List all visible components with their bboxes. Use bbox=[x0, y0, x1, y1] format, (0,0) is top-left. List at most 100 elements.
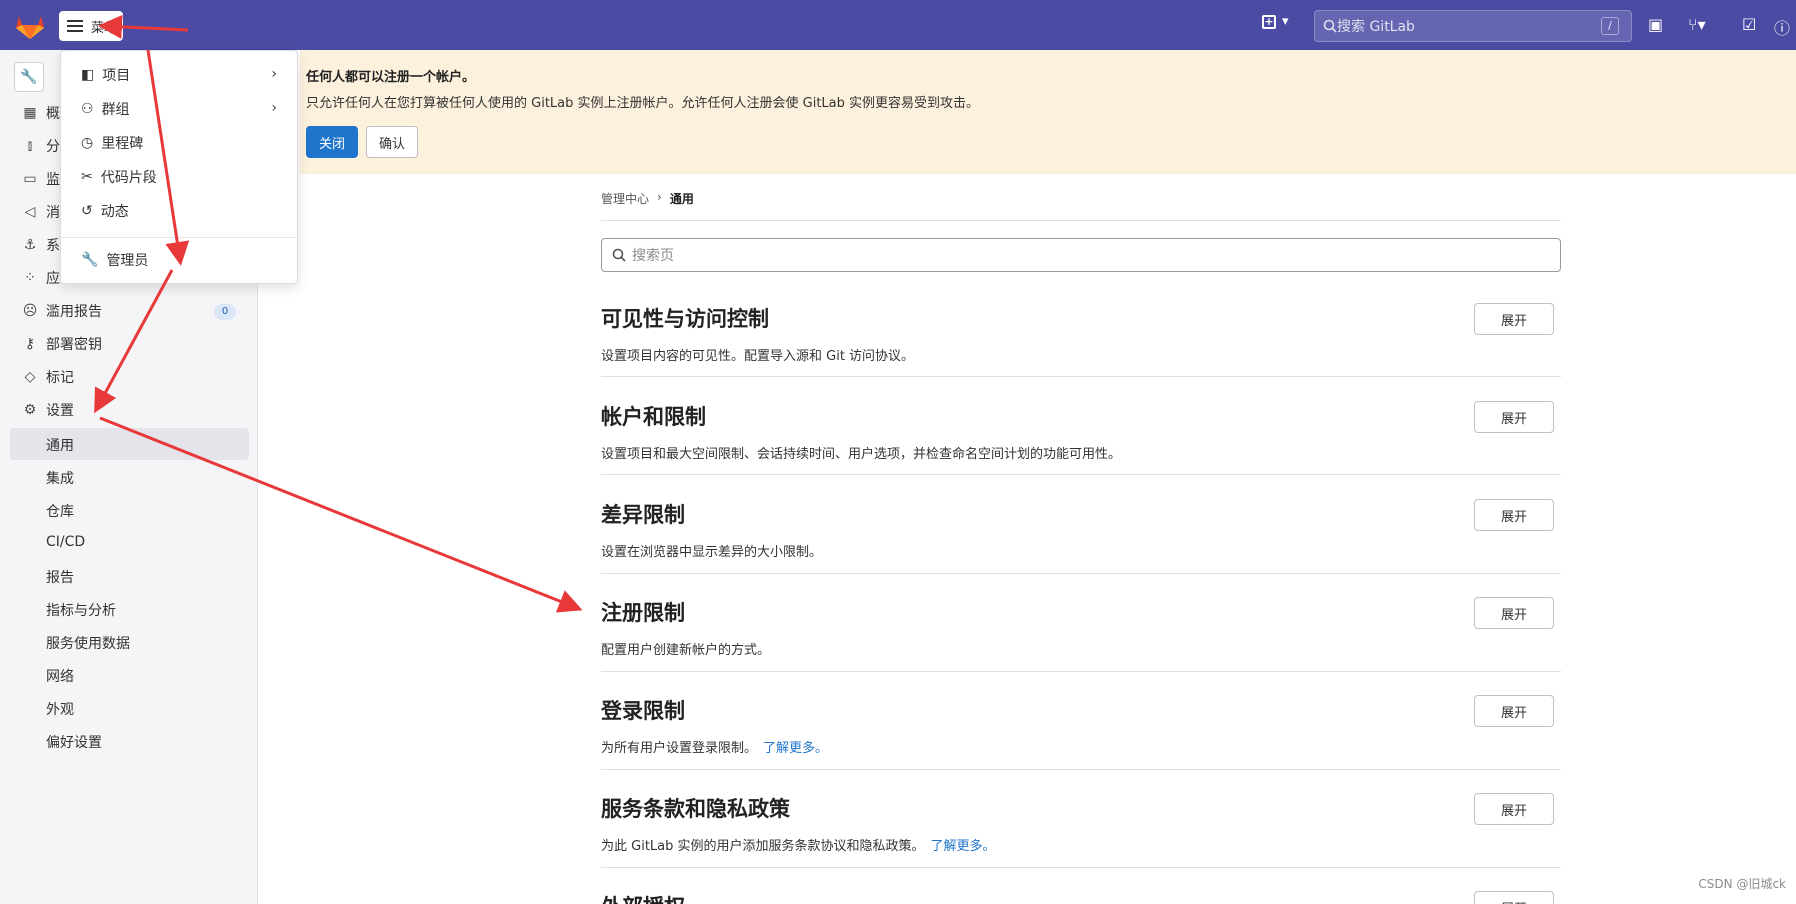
sidebar-item-deploy-keys[interactable]: ⚷ 部署密钥 bbox=[22, 329, 102, 359]
settings-section: 差异限制 设置在浏览器中显示差异的大小限制。 展开 bbox=[601, 499, 1561, 597]
gitlab-logo-icon[interactable] bbox=[14, 12, 46, 40]
divider bbox=[601, 671, 1561, 672]
page-search-placeholder: 搜索页 bbox=[632, 248, 674, 264]
create-new-button[interactable]: + ▾ bbox=[1262, 14, 1289, 29]
menu-item-activity[interactable]: ↺ 动态 bbox=[81, 196, 129, 226]
gear-icon: ⚙ bbox=[23, 402, 37, 418]
settings-section: 注册限制 配置用户创建新帐户的方式。 展开 bbox=[601, 597, 1561, 695]
divider bbox=[601, 220, 1561, 221]
section-description: 为此 GitLab 实例的用户添加服务条款协议和隐私政策。 了解更多。 bbox=[601, 835, 996, 854]
global-search-input[interactable]: 搜索 GitLab / bbox=[1314, 10, 1632, 42]
divider bbox=[601, 376, 1561, 377]
sidebar-item-overview[interactable]: ▦ 概 bbox=[22, 98, 60, 128]
divider bbox=[601, 474, 1561, 475]
sidebar-item-label: 消 bbox=[46, 205, 60, 221]
admin-wrench-icon[interactable]: 🔧 bbox=[14, 62, 44, 92]
sidebar-sub-integrations[interactable]: 集成 bbox=[46, 468, 74, 488]
menu-item-snippets[interactable]: ✂ 代码片段 bbox=[81, 162, 157, 192]
watermark: CSDN @旧城ck bbox=[1698, 877, 1786, 891]
sidebar-item-label: 部署密钥 bbox=[46, 337, 102, 353]
sidebar-sub-appearance[interactable]: 外观 bbox=[46, 699, 74, 719]
sidebar-item-monitoring[interactable]: ▭ 监 bbox=[22, 164, 60, 194]
expand-button[interactable]: 展开 bbox=[1474, 695, 1554, 727]
section-title: 服务条款和隐私政策 bbox=[601, 797, 790, 821]
megaphone-icon: ◁ bbox=[24, 204, 36, 220]
section-title: 帐户和限制 bbox=[601, 405, 706, 429]
sidebar-item-applications[interactable]: ⁘ 应 bbox=[22, 263, 60, 293]
banner-title: 任何人都可以注册一个帐户。 bbox=[306, 70, 476, 85]
sidebar-sub-metrics[interactable]: 指标与分析 bbox=[46, 600, 116, 620]
sidebar-sub-repository[interactable]: 仓库 bbox=[46, 501, 74, 521]
menu-item-label: 代码片段 bbox=[100, 170, 157, 186]
expand-button[interactable]: 展开 bbox=[1474, 303, 1554, 335]
sidebar-item-label: 应 bbox=[46, 271, 60, 287]
sidebar-sub-preferences[interactable]: 偏好设置 bbox=[46, 732, 102, 752]
clock-icon: ◷ bbox=[81, 135, 94, 151]
menu-item-label: 里程碑 bbox=[101, 136, 144, 152]
section-description: 设置项目内容的可见性。配置导入源和 Git 访问协议。 bbox=[601, 345, 914, 364]
key-icon: ⚷ bbox=[24, 336, 36, 352]
menu-button[interactable]: 菜单 bbox=[59, 11, 123, 41]
expand-button[interactable]: 展开 bbox=[1474, 499, 1554, 531]
sidebar-sub-cicd[interactable]: CI/CD bbox=[46, 534, 85, 550]
sidebar-item-messages[interactable]: ◁ 消 bbox=[22, 197, 60, 227]
divider bbox=[601, 573, 1561, 574]
help-icon[interactable]: ⓘ bbox=[1774, 15, 1790, 39]
menu-item-label: 动态 bbox=[100, 204, 129, 220]
sidebar-item-settings[interactable]: ⚙ 设置 bbox=[22, 395, 74, 425]
sidebar-item-abuse-reports[interactable]: ☹ 滥用报告 bbox=[22, 296, 102, 326]
scissors-icon: ✂ bbox=[81, 169, 93, 185]
chevron-right-icon: › bbox=[271, 66, 277, 82]
sidebar-item-system-hooks[interactable]: ⚓ 系 bbox=[22, 230, 60, 260]
main-menu-dropdown: ◧ 项目 › ⚇ 群组 › ◷ 里程碑 ✂ 代码片段 ↺ 动态 🔧 管理员 bbox=[60, 50, 298, 284]
banner-close-button[interactable]: 关闭 bbox=[306, 126, 358, 158]
breadcrumb-admin-area[interactable]: 管理中心 bbox=[601, 190, 649, 207]
learn-more-link[interactable]: 了解更多。 bbox=[763, 741, 828, 756]
menu-item-label: 群组 bbox=[101, 102, 130, 118]
issues-icon[interactable]: ▣ bbox=[1648, 15, 1663, 34]
divider bbox=[601, 769, 1561, 770]
section-description: 为所有用户设置登录限制。 了解更多。 bbox=[601, 737, 828, 756]
menu-item-label: 管理员 bbox=[106, 253, 149, 269]
apps-icon: ⁘ bbox=[24, 270, 36, 286]
sidebar-sub-service-usage[interactable]: 服务使用数据 bbox=[46, 633, 130, 653]
sad-face-icon: ☹ bbox=[22, 303, 38, 319]
section-description: 配置用户创建新帐户的方式。 bbox=[601, 639, 770, 658]
menu-item-projects[interactable]: ◧ 项目 bbox=[81, 60, 130, 90]
menu-item-admin[interactable]: 🔧 管理员 bbox=[81, 245, 148, 275]
sidebar-item-analytics[interactable]: ⫾ 分 bbox=[22, 131, 60, 161]
settings-section: 服务条款和隐私政策 为此 GitLab 实例的用户添加服务条款协议和隐私政策。了… bbox=[601, 793, 1561, 891]
section-description: 设置在浏览器中显示差异的大小限制。 bbox=[601, 541, 822, 560]
expand-button[interactable]: 展开 bbox=[1474, 597, 1554, 629]
banner-confirm-button[interactable]: 确认 bbox=[366, 126, 418, 158]
expand-button[interactable]: 展开 bbox=[1474, 793, 1554, 825]
menu-item-groups[interactable]: ⚇ 群组 bbox=[81, 94, 130, 124]
learn-more-link[interactable]: 了解更多。 bbox=[931, 839, 996, 854]
search-icon bbox=[612, 248, 626, 262]
search-shortcut-hint: / bbox=[1601, 17, 1619, 35]
merge-requests-icon[interactable]: ⑂▾ bbox=[1688, 15, 1706, 34]
menu-item-milestones[interactable]: ◷ 里程碑 bbox=[81, 128, 143, 158]
monitor-icon: ▭ bbox=[23, 171, 37, 187]
settings-section: 帐户和限制 设置项目和最大空间限制、会话持续时间、用户选项，并检查命名空间计划的… bbox=[601, 401, 1561, 499]
section-description: 设置项目和最大空间限制、会话持续时间、用户选项，并检查命名空间计划的功能可用性。 bbox=[601, 443, 1121, 462]
sidebar-item-label: 设置 bbox=[46, 403, 74, 419]
expand-button[interactable]: 展开 bbox=[1474, 401, 1554, 433]
wrench-icon: 🔧 bbox=[81, 252, 99, 268]
menu-label: 菜单 bbox=[91, 20, 118, 36]
section-description-text: 设置项目和最大空间限制、会话持续时间、用户选项，并检查命名空间计划的功能可用性。 bbox=[601, 447, 1122, 462]
breadcrumb-separator-icon: › bbox=[657, 190, 662, 204]
sidebar-item-label: 概 bbox=[46, 106, 60, 122]
sidebar-sub-reporting[interactable]: 报告 bbox=[46, 567, 74, 587]
sidebar-sub-general[interactable]: 通用 bbox=[46, 435, 74, 455]
expand-button[interactable]: 展开 bbox=[1474, 891, 1554, 904]
section-description-text: 为所有用户设置登录限制。 bbox=[601, 741, 758, 756]
sidebar-sub-network[interactable]: 网络 bbox=[46, 666, 74, 686]
section-title: 登录限制 bbox=[601, 699, 685, 723]
sidebar-item-labels[interactable]: ◇ 标记 bbox=[22, 362, 74, 392]
todos-icon[interactable]: ☑ bbox=[1742, 15, 1756, 34]
page-search-input[interactable]: 搜索页 bbox=[601, 238, 1561, 272]
grid-icon: ▦ bbox=[23, 105, 37, 121]
search-icon bbox=[1323, 19, 1337, 33]
sidebar-item-label: 标记 bbox=[46, 370, 74, 386]
